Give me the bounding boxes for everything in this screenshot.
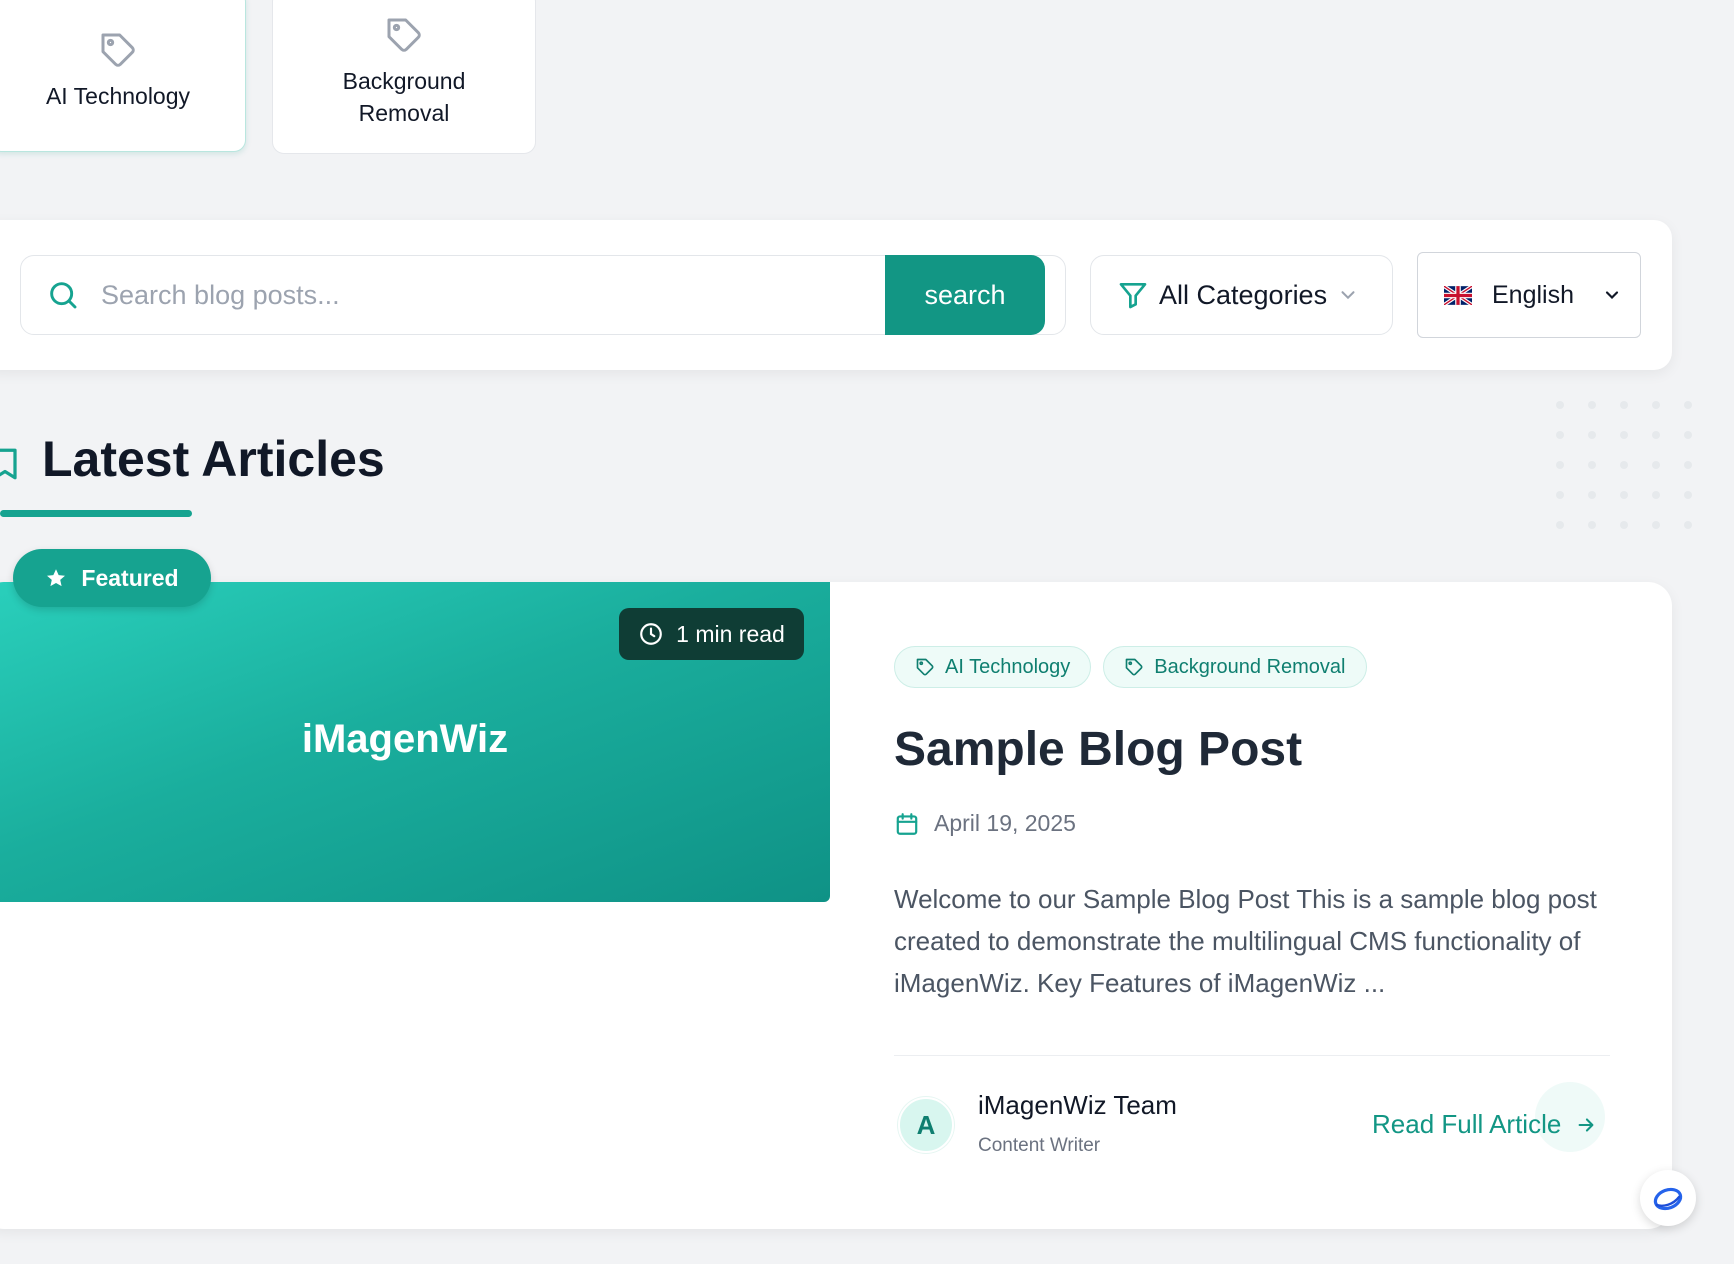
- tag-icon: [1125, 658, 1143, 676]
- title-underline: [0, 510, 192, 517]
- featured-badge: Featured: [13, 549, 211, 607]
- chat-widget-button[interactable]: [1640, 1170, 1696, 1226]
- bookmark-icon: [0, 448, 17, 480]
- tag-chip-ai-technology[interactable]: AI Technology: [894, 646, 1092, 688]
- chevron-down-icon: [1341, 291, 1355, 300]
- category-card-label-line1: Background: [342, 68, 466, 94]
- star-icon: [47, 569, 66, 587]
- author-role: Content Writer: [978, 1135, 1101, 1156]
- article-date: April 19, 2025: [894, 810, 1076, 837]
- calendar-icon: [896, 812, 918, 835]
- search-button[interactable]: search: [885, 255, 1045, 335]
- read-time-label: 1 min read: [676, 620, 785, 647]
- tag-icon: [387, 18, 421, 52]
- clock-icon: [640, 623, 662, 645]
- chat-logo-icon: [1653, 1187, 1683, 1211]
- language-select-value: English: [1492, 280, 1574, 309]
- tag-icon: [916, 658, 934, 676]
- article-card[interactable]: 1 min read iMagenWiz AI Technology Backg…: [0, 582, 1672, 1229]
- category-select[interactable]: All Categories: [1090, 255, 1393, 335]
- author-name: iMagenWiz Team: [978, 1090, 1177, 1120]
- decorative-dots: [1556, 401, 1692, 529]
- tag-chip-background-removal[interactable]: Background Removal: [1103, 646, 1367, 688]
- tag-label: Background Removal: [1154, 655, 1346, 678]
- article-title[interactable]: Sample Blog Post: [894, 722, 1302, 777]
- search-panel: search All Categories English: [0, 220, 1672, 370]
- hero-brand-text: iMagenWiz: [301, 717, 509, 761]
- chevron-down-icon: [1605, 291, 1619, 300]
- category-card-background-removal[interactable]: Background Removal: [272, 0, 536, 154]
- search-icon: [50, 282, 77, 309]
- article-excerpt: Welcome to our Sample Blog Post This is …: [894, 884, 1597, 998]
- read-more-label: Read Full Article: [1372, 1109, 1562, 1139]
- category-card-label: AI Technology: [45, 83, 191, 109]
- article-hero-image[interactable]: 1 min read iMagenWiz: [0, 582, 830, 902]
- category-card-label-line2: Removal: [358, 100, 450, 126]
- filter-icon: [1119, 283, 1147, 309]
- section-title: Latest Articles: [42, 431, 385, 487]
- language-select[interactable]: English: [1417, 252, 1641, 338]
- uk-flag-icon: [1444, 285, 1472, 305]
- divider: [894, 1055, 1610, 1056]
- category-select-value: All Categories: [1159, 279, 1328, 310]
- category-card-ai-technology[interactable]: AI Technology: [0, 0, 246, 152]
- tag-icon: [101, 33, 135, 67]
- arrow-right-icon: [1578, 1117, 1594, 1132]
- article-tags: AI Technology Background Removal: [894, 646, 1367, 688]
- tag-label: AI Technology: [945, 655, 1071, 678]
- read-time-badge: 1 min read: [619, 608, 804, 660]
- avatar: A: [898, 1097, 954, 1153]
- featured-label: Featured: [81, 564, 179, 591]
- article-date-label: April 19, 2025: [934, 810, 1076, 836]
- read-full-article-link[interactable]: Read Full Article: [1372, 1109, 1597, 1140]
